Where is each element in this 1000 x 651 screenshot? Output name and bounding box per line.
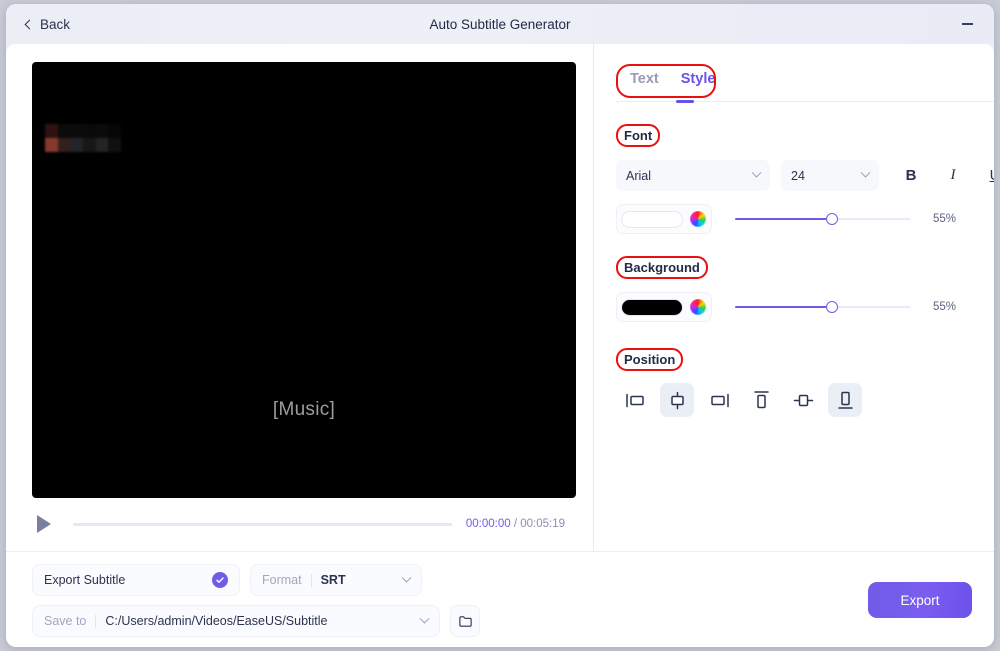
- total-time: 00:05:19: [520, 518, 565, 530]
- main-content: [Music] 00:00:00 / 00:05:19 Text Style: [6, 44, 994, 551]
- export-subtitle-toggle[interactable]: Export Subtitle: [32, 564, 240, 596]
- background-color-picker[interactable]: [616, 292, 712, 322]
- position-options: [618, 383, 994, 417]
- font-opacity-slider[interactable]: [735, 211, 911, 227]
- chevron-down-icon: [752, 168, 762, 178]
- checkbox-checked-icon[interactable]: [212, 572, 228, 588]
- slider-thumb[interactable]: [826, 213, 838, 225]
- blurred-watermark: [45, 124, 121, 152]
- italic-button[interactable]: I: [939, 162, 967, 190]
- align-right-icon-button[interactable]: [702, 383, 736, 417]
- play-button[interactable]: [37, 513, 59, 535]
- color-wheel-icon[interactable]: [690, 211, 706, 227]
- font-family-value: Arial: [626, 169, 651, 183]
- align-center-horizontal-icon: [667, 391, 688, 410]
- underline-button[interactable]: U: [981, 162, 994, 190]
- tab-style[interactable]: Style: [681, 71, 716, 87]
- background-opacity-slider[interactable]: [735, 299, 911, 315]
- browse-folder-button[interactable]: [450, 605, 480, 637]
- align-center-horizontal-icon-button[interactable]: [660, 383, 694, 417]
- tab-text[interactable]: Text: [630, 71, 659, 87]
- field-divider: [95, 615, 96, 628]
- chevron-left-icon: [25, 19, 35, 29]
- export-bar: Export Subtitle Format SRT Save to: [6, 551, 994, 647]
- align-left-icon: [625, 392, 646, 409]
- minimize-icon: [962, 23, 973, 25]
- align-left-icon-button[interactable]: [618, 383, 652, 417]
- tab-list: Text Style: [616, 64, 729, 96]
- active-tab-indicator: [676, 100, 694, 104]
- save-to-path: C:/Users/admin/Videos/EaseUS/Subtitle: [105, 614, 327, 628]
- font-family-select[interactable]: Arial: [616, 160, 770, 191]
- export-button[interactable]: Export: [868, 582, 972, 618]
- color-wheel-icon[interactable]: [690, 299, 706, 315]
- back-button[interactable]: Back: [26, 17, 70, 32]
- position-section-label: Position: [616, 348, 683, 371]
- play-icon: [37, 515, 51, 533]
- position-section-header: Position: [616, 348, 683, 371]
- align-middle-vertical-icon-button[interactable]: [786, 383, 820, 417]
- title-bar: Back Auto Subtitle Generator: [6, 4, 994, 44]
- font-section-label: Font: [616, 124, 660, 147]
- seek-bar[interactable]: [73, 523, 452, 526]
- font-color-row: 55%: [616, 204, 994, 234]
- time-readout: 00:00:00 / 00:05:19: [466, 518, 565, 530]
- format-label: Format: [262, 573, 302, 587]
- slider-thumb[interactable]: [826, 301, 838, 313]
- preview-pane: [Music] 00:00:00 / 00:05:19: [6, 44, 594, 551]
- back-button-label: Back: [40, 17, 70, 32]
- chevron-down-icon: [861, 168, 871, 178]
- font-size-value: 24: [791, 169, 805, 183]
- bold-button[interactable]: B: [897, 162, 925, 190]
- align-top-icon: [752, 390, 771, 410]
- format-select[interactable]: Format SRT: [250, 564, 422, 596]
- background-opacity-value: 55%: [933, 301, 965, 313]
- page-title: Auto Subtitle Generator: [6, 17, 994, 32]
- format-value: SRT: [321, 573, 346, 587]
- tab-rule: [616, 101, 994, 102]
- export-options-row: Export Subtitle Format SRT: [32, 564, 994, 596]
- video-preview[interactable]: [Music]: [32, 62, 576, 498]
- chevron-down-icon: [420, 613, 430, 623]
- background-section-header: Background: [616, 256, 708, 279]
- font-opacity-value: 55%: [933, 213, 965, 225]
- align-right-icon: [709, 392, 730, 409]
- font-size-select[interactable]: 24: [781, 160, 879, 191]
- background-color-row: 55%: [616, 292, 994, 322]
- align-top-icon-button[interactable]: [744, 383, 778, 417]
- subtitle-overlay-text: [Music]: [32, 399, 576, 421]
- font-section-header: Font: [616, 124, 660, 147]
- slider-fill: [735, 218, 832, 220]
- font-color-picker[interactable]: [616, 204, 712, 234]
- player-controls: 00:00:00 / 00:05:19: [32, 498, 579, 551]
- save-location-row: Save to C:/Users/admin/Videos/EaseUS/Sub…: [32, 605, 994, 637]
- time-separator: /: [511, 518, 521, 530]
- current-time: 00:00:00: [466, 518, 511, 530]
- save-to-select[interactable]: Save to C:/Users/admin/Videos/EaseUS/Sub…: [32, 605, 440, 637]
- save-to-label: Save to: [44, 614, 86, 628]
- export-subtitle-label: Export Subtitle: [44, 573, 125, 587]
- slider-fill: [735, 306, 832, 308]
- minimize-button[interactable]: [958, 16, 976, 32]
- chevron-down-icon: [402, 572, 412, 582]
- align-bottom-icon-button[interactable]: [828, 383, 862, 417]
- font-color-swatch: [621, 211, 683, 228]
- align-middle-vertical-icon: [793, 392, 814, 409]
- background-color-swatch: [621, 299, 683, 316]
- font-controls-row: Arial 24 B I U: [616, 160, 994, 191]
- background-section-label: Background: [616, 256, 708, 279]
- style-panel: Text Style Font Arial 24: [594, 44, 994, 551]
- tabs-container: Text Style: [616, 64, 994, 102]
- align-bottom-icon: [836, 390, 855, 410]
- folder-icon: [458, 614, 473, 629]
- app-window: Back Auto Subtitle Generator [Music]: [6, 4, 994, 647]
- field-divider: [311, 574, 312, 587]
